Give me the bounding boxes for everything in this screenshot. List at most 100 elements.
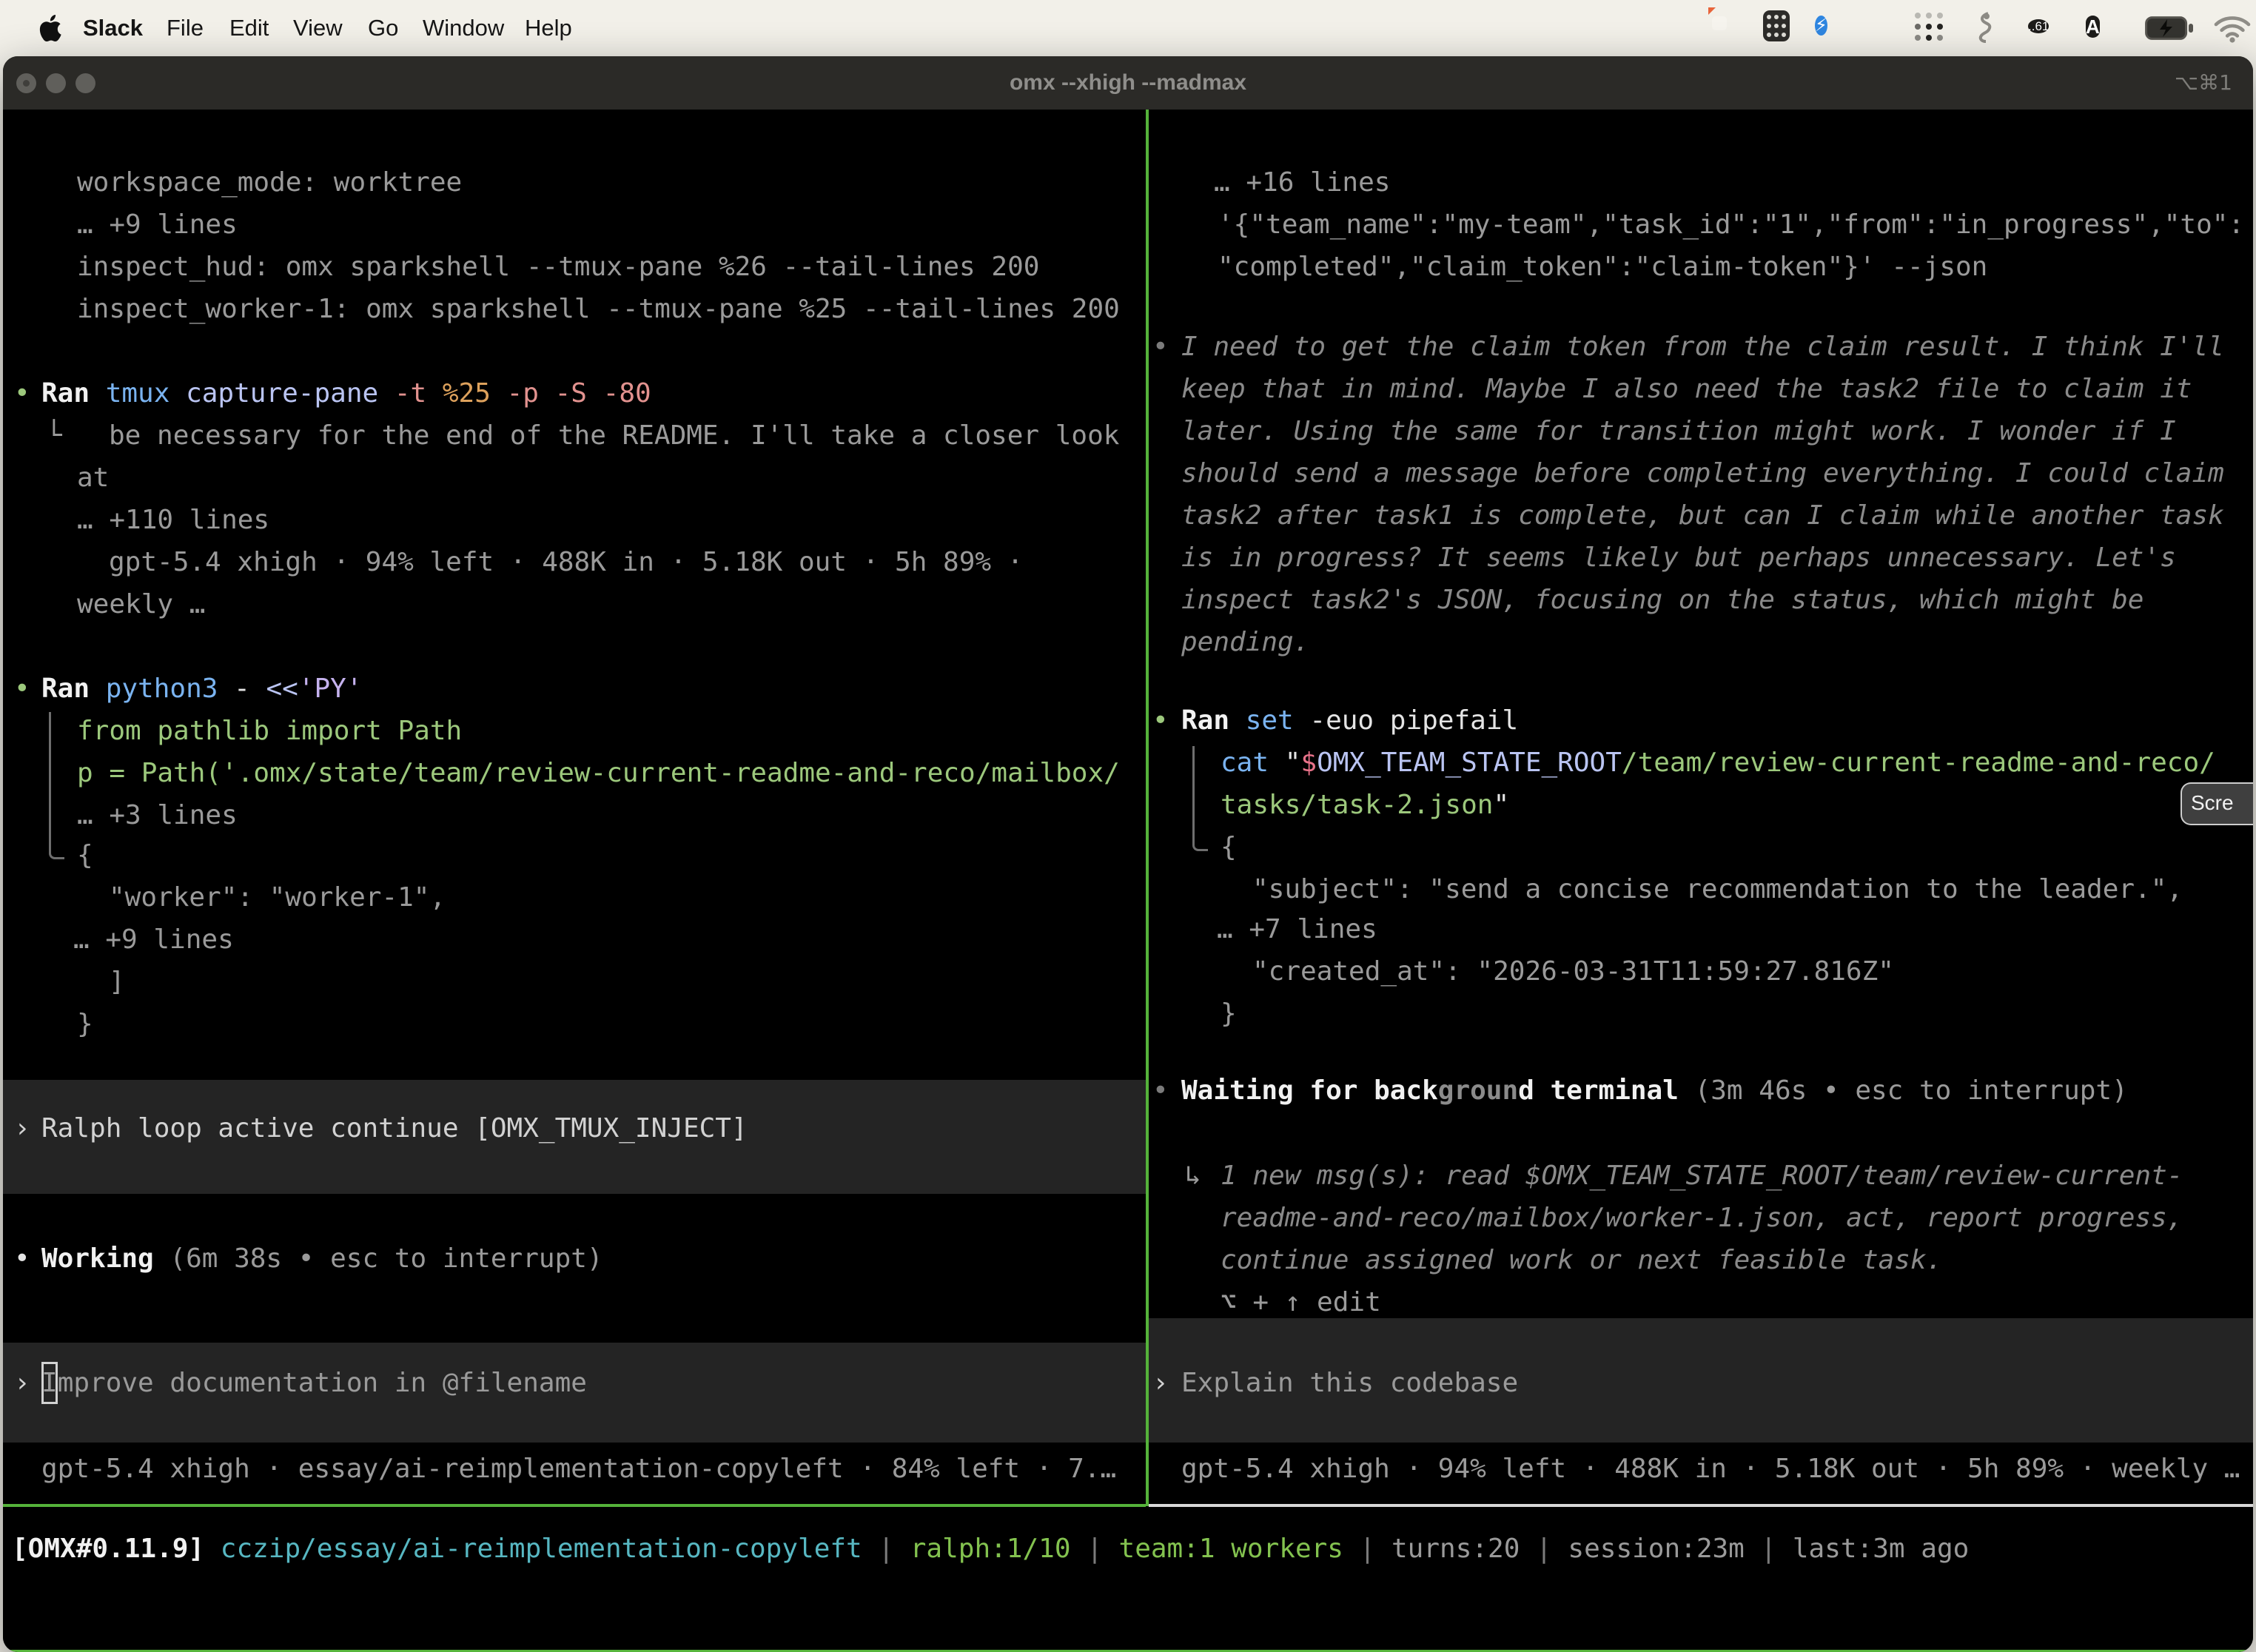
model-status-right: gpt-5.4 xhigh · 94% left · 488K in · 5.1…: [3, 1448, 2253, 1490]
squiggle-icon[interactable]: [1975, 12, 1997, 47]
text-segment: turns:20: [1391, 1534, 1520, 1564]
terminal-line: "completed","claim_token":"claim-token"}…: [3, 246, 2253, 288]
text-segment: … +7 lines: [1217, 914, 1377, 944]
menu-item-view[interactable]: View: [293, 0, 343, 56]
menu-item-edit[interactable]: Edit: [229, 0, 269, 56]
text-segment: … +16 lines: [1214, 167, 1390, 198]
line-gutter-mark: ›: [14, 1107, 30, 1149]
terminal-window: omx --xhigh --madmax ⌥⌘1 workspace_mode:…: [3, 56, 2253, 1652]
text-segment: ": [1285, 748, 1301, 778]
omx-status-line: [OMX#0.11.9] cczip/essay/ai-reimplementa…: [3, 1528, 2253, 1570]
text-segment: cczip/essay/ai-reimplementation-copyleft: [221, 1534, 862, 1564]
text-segment: ⌥ + ↑ edit: [1221, 1287, 1381, 1317]
text-segment: |: [862, 1534, 910, 1564]
menu-item-go[interactable]: Go: [368, 0, 398, 56]
window-titlebar[interactable]: omx --xhigh --madmax ⌥⌘1: [3, 56, 2253, 111]
window-title: omx --xhigh --madmax: [3, 56, 2253, 110]
text-segment: ": [1493, 790, 1509, 820]
ralph-status-line: › Ralph loop active continue [OMX_TMUX_IN…: [3, 1107, 2253, 1149]
text-segment: is in progress? It seems likely but perh…: [1181, 543, 2176, 573]
text-segment: task2 after task1 is complete, but can I…: [1181, 500, 2224, 531]
text-segment: 1 new msg(s): read $OMX_TEAM_STATE_ROOT/…: [1221, 1161, 2183, 1191]
terminal-line: inspect_worker-1: omx sparkshell --tmux-…: [3, 288, 2253, 330]
thinking-text: • I need to get the claim token from the …: [3, 326, 2253, 368]
text-segment: ralph:1/10: [910, 1534, 1071, 1564]
menu-item-help[interactable]: Help: [525, 0, 572, 56]
terminal-line: "subject": "send a concise recommendatio…: [3, 868, 2253, 910]
text-segment: team:1 workers: [1119, 1534, 1343, 1564]
text-segment: session:23m: [1568, 1534, 1744, 1564]
text-segment: $: [1300, 748, 1317, 778]
ran-cat-command: • Ran set -euo pipefail: [3, 699, 2253, 742]
terminal-line: cat "$OMX_TEAM_STATE_ROOT/team/review-cu…: [3, 742, 2253, 784]
text-segment: }: [1221, 998, 1237, 1029]
text-segment: '{"team_name":"my-team","task_id":"1","f…: [1218, 209, 2244, 240]
text-segment: inspect task2's JSON, focusing on the st…: [1181, 585, 2143, 615]
percent-badge-icon[interactable]: ..61: [2028, 10, 2049, 43]
terminal-line: is in progress? It seems likely but perh…: [3, 537, 2253, 579]
text-segment: /team/review-current-readme-and-reco/: [1622, 748, 2215, 778]
prompt-right: › Explain this codebase: [3, 1362, 2253, 1404]
battery-icon[interactable]: [2145, 16, 2194, 44]
text-segment: OMX_TEAM_STATE_ROOT: [1317, 748, 1622, 778]
left-pane-bottom-border: [3, 1504, 1146, 1507]
window-shortcut-hint: ⌥⌘1: [2175, 56, 2232, 110]
terminal-line: … +16 lines: [3, 161, 2253, 204]
right-pane-bottom-border: [1149, 1504, 2253, 1507]
terminal-line: '{"team_name":"my-team","task_id":"1","f…: [3, 204, 2253, 246]
terminal-line: task2 after task1 is complete, but can I…: [3, 494, 2253, 537]
text-segment: readme-and-reco/mailbox/worker-1.json, a…: [1221, 1203, 2183, 1233]
text-segment: |: [1343, 1534, 1391, 1564]
menu-item-window[interactable]: Window: [423, 0, 504, 56]
terminal-line: {: [3, 826, 2253, 868]
text-segment: |: [1071, 1534, 1119, 1564]
terminal-line: readme-and-reco/mailbox/worker-1.json, a…: [3, 1197, 2253, 1239]
text-segment: gpt-5.4 xhigh · 94% left · 488K in · 5.1…: [1181, 1454, 2240, 1484]
line-gutter-mark: •: [1152, 699, 1169, 742]
text-segment: "completed","claim_token":"claim-token"}…: [1218, 252, 1987, 282]
text-segment: keep that in mind. Maybe I also need the…: [1181, 374, 2192, 404]
terminal-line: "created_at": "2026-03-31T11:59:27.816Z": [3, 950, 2253, 993]
text-segment: I need to get the claim token from the c…: [1181, 332, 2224, 362]
terminal-line: … +7 lines: [3, 908, 2253, 950]
line-gutter-mark: ↳: [1185, 1155, 1201, 1197]
text-segment: {: [1221, 832, 1237, 862]
text-segment: tasks/task-2.json: [1221, 790, 1493, 820]
screen-tooltip: Scre: [2181, 782, 2253, 825]
text-segment: should send a message before completing …: [1181, 458, 2224, 488]
text-segment: Ralph loop active continue [OMX_TMUX_INJ…: [41, 1113, 748, 1144]
input-source-icon[interactable]: A: [2086, 10, 2100, 43]
line-gutter-mark: •: [1152, 1070, 1169, 1112]
text-segment: [OMX#0.11.9]: [12, 1534, 221, 1564]
terminal-line: }: [3, 993, 2253, 1035]
apple-icon[interactable]: [37, 13, 62, 47]
text-segment: set: [1246, 705, 1310, 736]
terminal-line: inspect task2's JSON, focusing on the st…: [3, 579, 2253, 621]
blue-bolt-icon[interactable]: ⚡: [1815, 10, 1827, 41]
terminal-line: tasks/task-2.json": [3, 784, 2253, 826]
text-segment: (3m 46s • esc to interrupt): [1695, 1075, 2128, 1106]
text-segment: |: [1520, 1534, 1568, 1564]
grid-badge-icon[interactable]: [1763, 10, 1790, 41]
terminal-line: ⌥ + ↑ edit: [3, 1281, 2253, 1323]
text-segment: |: [1745, 1534, 1793, 1564]
terminal-line: continue assigned work or next feasible …: [3, 1239, 2253, 1281]
menu-item-file[interactable]: File: [167, 0, 204, 56]
menu-item-slack[interactable]: Slack: [83, 0, 143, 56]
menu-bar: Slack File Edit View Go Window Help ⚡ ..61 A: [0, 0, 2256, 56]
text-segment: Waiting for back: [1181, 1075, 1438, 1106]
text-segment: later. Using the same for transition mig…: [1181, 416, 2176, 446]
line-gutter-mark: •: [1152, 326, 1169, 368]
text-segment: -euo pipefail: [1309, 705, 1518, 736]
text-segment: continue assigned work or next feasible …: [1221, 1245, 1942, 1275]
text-segment: pending.: [1181, 627, 1309, 657]
waiting-status: •Waiting for background terminal (3m 46s…: [3, 1070, 2253, 1112]
terminal-line: keep that in mind. Maybe I also need the…: [3, 368, 2253, 410]
text-segment: last:3m ago: [1793, 1534, 1969, 1564]
text-segment: d terminal: [1518, 1075, 1694, 1106]
wifi-icon[interactable]: [2213, 15, 2252, 47]
text-segment: Explain this codebase: [1181, 1368, 1518, 1398]
text-segment: Ran: [1181, 705, 1246, 736]
line-gutter-mark: ›: [1152, 1362, 1169, 1404]
dots-grid-icon[interactable]: [1913, 10, 1945, 43]
